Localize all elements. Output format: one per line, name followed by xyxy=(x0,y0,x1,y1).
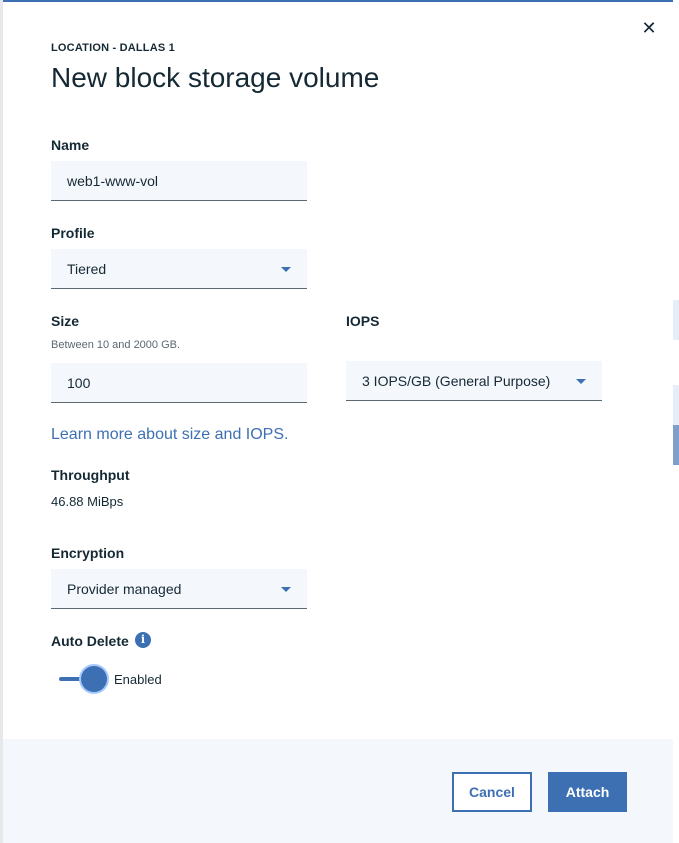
name-input[interactable]: web1-www-vol xyxy=(51,161,307,201)
auto-delete-state: Enabled xyxy=(114,672,162,687)
modal-title: New block storage volume xyxy=(51,62,380,93)
learn-more-link[interactable]: Learn more about size and IOPS. xyxy=(51,426,288,444)
info-icon[interactable]: i xyxy=(135,632,151,648)
close-icon[interactable]: ✕ xyxy=(641,19,657,37)
throughput-label: Throughput xyxy=(51,467,130,483)
iops-select-value: 3 IOPS/GB (General Purpose) xyxy=(362,372,551,389)
modal-footer: Cancel Attach xyxy=(3,739,673,843)
size-input[interactable]: 100 xyxy=(51,363,307,403)
encryption-select-value: Provider managed xyxy=(67,580,182,597)
encryption-select[interactable]: Provider managed xyxy=(51,569,307,609)
background-row xyxy=(673,385,679,425)
attach-button[interactable]: Attach xyxy=(548,772,627,812)
profile-select-value: Tiered xyxy=(67,260,107,277)
chevron-down-icon xyxy=(281,587,291,592)
name-label: Name xyxy=(51,137,90,153)
background-row xyxy=(673,300,679,340)
background-highlight xyxy=(673,425,679,465)
profile-label: Profile xyxy=(51,225,95,241)
auto-delete-label: Auto Delete xyxy=(51,633,129,649)
chevron-down-icon xyxy=(576,379,586,384)
size-label: Size xyxy=(51,313,80,329)
name-input-value: web1-www-vol xyxy=(67,172,159,189)
size-input-value: 100 xyxy=(67,374,91,391)
auto-delete-toggle[interactable] xyxy=(59,665,111,693)
iops-select[interactable]: 3 IOPS/GB (General Purpose) xyxy=(346,361,602,401)
iops-label: IOPS xyxy=(346,313,380,329)
cancel-button[interactable]: Cancel xyxy=(452,772,532,812)
encryption-label: Encryption xyxy=(51,545,125,561)
new-volume-modal: ✕ LOCATION - DALLAS 1 New block storage … xyxy=(3,0,673,843)
chevron-down-icon xyxy=(281,267,291,272)
throughput-value: 46.88 MiBps xyxy=(51,494,124,509)
profile-select[interactable]: Tiered xyxy=(51,249,307,289)
location-eyebrow: LOCATION - DALLAS 1 xyxy=(51,42,175,54)
size-helper-text: Between 10 and 2000 GB. xyxy=(51,339,181,351)
toggle-knob xyxy=(81,666,107,692)
